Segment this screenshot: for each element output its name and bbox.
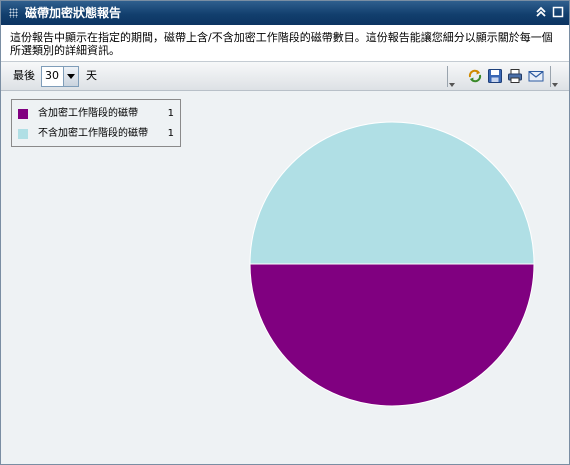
window-title: 磁帶加密狀態報告	[25, 6, 122, 20]
toolbar: 最後 30 天	[1, 62, 569, 91]
period-prefix-label: 最後	[13, 69, 35, 82]
period-suffix-label: 天	[86, 69, 97, 82]
pie-slice[interactable]	[249, 121, 535, 265]
toolbar-separator[interactable]	[550, 66, 560, 87]
email-icon[interactable]	[528, 68, 544, 84]
save-icon[interactable]	[487, 68, 503, 84]
report-description: 這份報告中顯示在指定的期間，磁帶上含/不含加密工作階段的磁帶數目。這份報告能讓您…	[10, 31, 553, 57]
legend-swatch	[18, 109, 28, 119]
title-bar: 磁帶加密狀態報告	[1, 1, 569, 25]
legend-swatch	[18, 129, 28, 139]
days-select[interactable]: 30	[41, 66, 79, 87]
collapse-icon[interactable]	[534, 5, 548, 19]
legend-item[interactable]: 不含加密工作階段的磁帶 1	[12, 126, 180, 142]
legend-value: 1	[167, 108, 174, 119]
pie-slice[interactable]	[249, 263, 535, 407]
chart-area: 含加密工作階段的磁帶 1 不含加密工作階段的磁帶 1	[1, 91, 569, 464]
refresh-icon[interactable]	[467, 68, 483, 84]
report-window: 磁帶加密狀態報告 這份報告中顯示在指定的期間，磁帶上含/不含加密工作階段的磁帶數…	[0, 0, 570, 465]
legend-label: 不含加密工作階段的磁帶	[38, 128, 148, 139]
legend-value: 1	[167, 128, 174, 139]
chart-legend: 含加密工作階段的磁帶 1 不含加密工作階段的磁帶 1	[11, 99, 181, 147]
print-icon[interactable]	[507, 68, 523, 84]
toolbar-separator[interactable]	[447, 66, 457, 87]
maximize-icon[interactable]	[551, 5, 565, 19]
grip-icon[interactable]	[9, 8, 18, 18]
legend-label: 含加密工作階段的磁帶	[38, 108, 138, 119]
chevron-down-icon[interactable]	[63, 67, 78, 86]
days-select-value: 30	[45, 69, 59, 82]
report-description-panel: 這份報告中顯示在指定的期間，磁帶上含/不含加密工作階段的磁帶數目。這份報告能讓您…	[1, 25, 569, 62]
legend-item[interactable]: 含加密工作階段的磁帶 1	[12, 106, 180, 122]
